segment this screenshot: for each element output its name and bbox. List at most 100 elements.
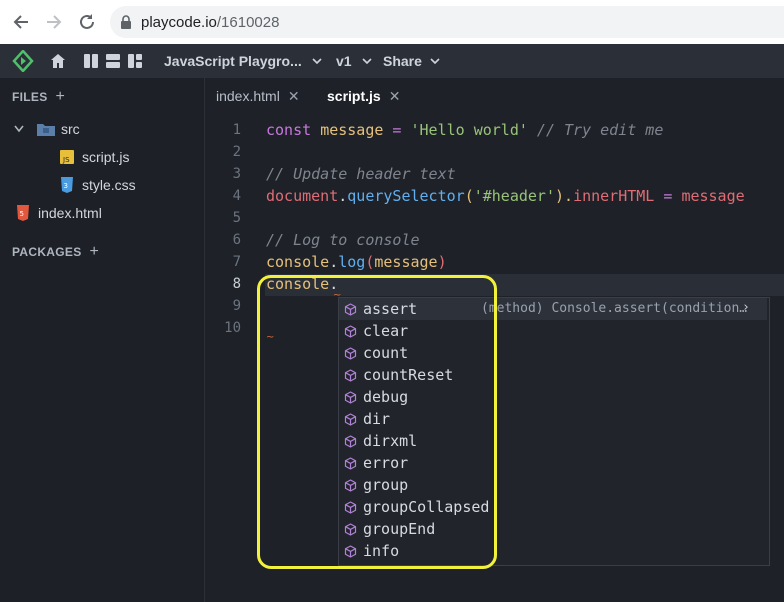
url-text: playcode.io/1610028: [141, 14, 279, 31]
code-line-4: document.querySelector('#header').innerH…: [266, 187, 745, 205]
line-number: 3: [232, 166, 241, 182]
version-label: v1: [336, 53, 352, 69]
code-token: const: [266, 121, 312, 139]
code-token: (: [464, 187, 474, 205]
project-name: JavaScript Playgro...: [164, 53, 302, 69]
add-file-icon[interactable]: +: [56, 88, 65, 106]
back-button[interactable]: [10, 11, 32, 33]
javascript-file-icon: JS: [60, 150, 74, 164]
code-token: =: [654, 187, 682, 205]
chevron-down-icon: [312, 58, 322, 64]
layout-split-button[interactable]: [84, 44, 98, 78]
code-line-6: // Log to console: [266, 231, 420, 249]
close-icon[interactable]: ✕: [389, 88, 401, 105]
playcode-logo[interactable]: [12, 44, 34, 78]
layout-panel-button[interactable]: [128, 44, 142, 78]
folder-label: src: [61, 121, 80, 137]
layout-rows-button[interactable]: [106, 44, 120, 78]
code-line-3: // Update header text: [266, 165, 456, 183]
tab-script-js[interactable]: script.js ✕: [327, 78, 400, 114]
suggestion-detail: (method) Console.assert(condition…: [481, 301, 748, 316]
files-header: FILES +: [12, 86, 65, 108]
chevron-right-icon[interactable]: ›: [742, 300, 750, 315]
line-number: 2: [232, 144, 241, 160]
forward-button[interactable]: [43, 11, 65, 33]
share-label: Share: [383, 53, 422, 69]
file-script-js[interactable]: JS script.js: [60, 146, 129, 168]
folder-src[interactable]: src: [14, 118, 80, 140]
reload-button[interactable]: [76, 11, 98, 33]
files-heading: FILES: [12, 90, 48, 104]
lock-icon: [121, 15, 131, 29]
tab-label: index.html: [216, 88, 280, 104]
line-number: 10: [224, 320, 241, 336]
folder-icon: [37, 124, 55, 136]
css-file-icon: 3: [61, 177, 73, 193]
line-number: 6: [232, 232, 241, 248]
rows-icon: [106, 54, 120, 68]
editor-tabs: index.html ✕ script.js ✕: [205, 78, 784, 114]
highlight-annotation: [257, 275, 497, 569]
tab-label: script.js: [327, 88, 381, 104]
address-bar[interactable]: playcode.io/1610028: [110, 6, 784, 38]
tab-index-html[interactable]: index.html ✕: [216, 78, 300, 114]
chevron-down-icon: [362, 58, 372, 64]
version-menu[interactable]: v1: [336, 44, 372, 78]
code-token: message: [681, 187, 745, 205]
logo-icon: [12, 50, 34, 72]
code-token: console: [266, 253, 330, 271]
svg-text:JS: JS: [62, 156, 70, 164]
code-token: '#header': [473, 187, 555, 205]
columns-icon: [84, 54, 98, 68]
line-number: 1: [232, 122, 241, 138]
code-token: 'Hello world': [410, 121, 528, 139]
file-label: script.js: [82, 149, 130, 165]
app-header: JavaScript Playgro... v1 Share: [0, 44, 784, 78]
file-style-css[interactable]: 3 style.css: [60, 174, 136, 196]
code-token: querySelector: [347, 187, 465, 205]
code-token: // Log to console: [266, 231, 420, 249]
svg-text:3: 3: [64, 182, 68, 190]
chevron-down-icon: [14, 125, 24, 133]
project-menu[interactable]: JavaScript Playgro...: [164, 44, 322, 78]
line-number: 4: [232, 188, 241, 204]
file-sidebar: FILES + src JS script.js 3 style.css 5 i…: [0, 78, 205, 602]
arrow-right-icon: [47, 15, 62, 29]
code-token: message: [374, 253, 438, 271]
url-host: playcode.io: [141, 14, 217, 31]
line-number: 5: [232, 210, 241, 226]
code-token: innerHTML: [573, 187, 655, 205]
browser-toolbar: playcode.io/1610028: [0, 0, 784, 45]
line-number: 9: [232, 298, 241, 314]
home-icon: [51, 54, 65, 68]
add-package-icon[interactable]: +: [90, 243, 99, 261]
html-file-icon: 5: [17, 205, 29, 221]
file-label: style.css: [82, 177, 136, 193]
code-token: message: [320, 121, 384, 139]
home-button[interactable]: [50, 44, 66, 78]
reload-icon: [80, 14, 94, 29]
panel-icon: [128, 54, 142, 68]
code-line-1: const message = 'Hello world' // Try edi…: [266, 121, 663, 139]
line-number: 8: [232, 276, 241, 292]
code-line-7: console.log(message): [266, 253, 447, 271]
line-number: 7: [232, 254, 241, 270]
code-token: ): [437, 253, 447, 271]
close-icon[interactable]: ✕: [288, 88, 300, 105]
packages-heading: PACKAGES: [12, 245, 82, 259]
svg-text:5: 5: [20, 210, 24, 218]
code-token: ).: [555, 187, 574, 205]
share-menu[interactable]: Share: [383, 44, 440, 78]
arrow-left-icon: [13, 15, 28, 29]
code-token: log: [338, 253, 366, 271]
url-path: /1610028: [216, 14, 280, 31]
code-token: .: [338, 187, 348, 205]
code-token: // Update header text: [266, 165, 456, 183]
packages-header: PACKAGES +: [12, 241, 99, 263]
code-token: // Try edit me: [527, 121, 664, 139]
file-index-html[interactable]: 5 index.html: [16, 202, 102, 224]
chevron-down-icon: [430, 58, 440, 64]
code-token: .: [329, 253, 339, 271]
code-token: document: [266, 187, 339, 205]
